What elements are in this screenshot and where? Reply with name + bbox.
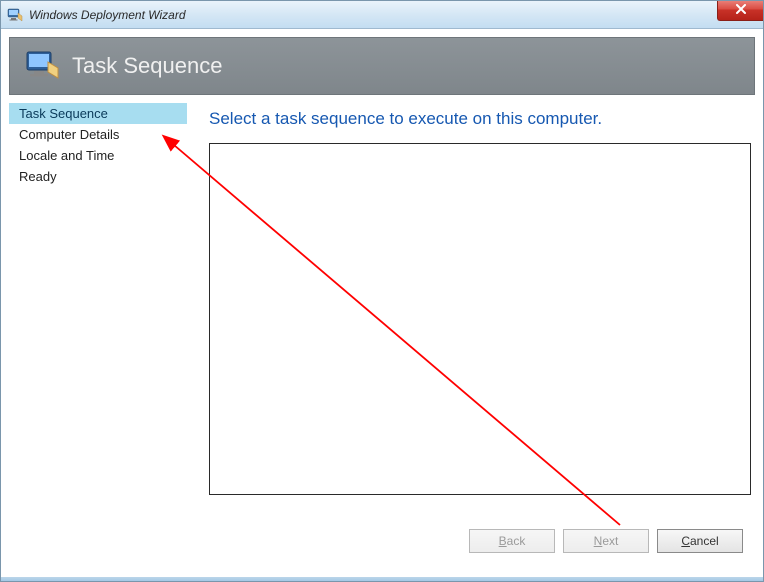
sidebar-item-task-sequence[interactable]: Task Sequence (9, 103, 187, 124)
task-sequence-list[interactable] (209, 143, 751, 495)
app-icon (7, 7, 23, 23)
main-panel: Select a task sequence to execute on thi… (187, 95, 755, 515)
page-title: Task Sequence (72, 53, 222, 79)
wizard-window: Windows Deployment Wizard Task Sequence (0, 0, 764, 582)
wizard-buttons: Back Next Cancel (469, 529, 743, 553)
sidebar-item-ready[interactable]: Ready (9, 166, 187, 187)
sidebar-item-computer-details[interactable]: Computer Details (9, 124, 187, 145)
window-title: Windows Deployment Wizard (29, 8, 186, 22)
sidebar-item-locale-and-time[interactable]: Locale and Time (9, 145, 187, 166)
header-band: Task Sequence (9, 37, 755, 95)
wizard-sidebar: Task Sequence Computer Details Locale an… (9, 95, 187, 515)
sidebar-item-label: Computer Details (19, 127, 119, 142)
titlebar[interactable]: Windows Deployment Wizard (1, 1, 763, 29)
computer-icon (24, 48, 60, 84)
cancel-label-rest: ancel (690, 534, 719, 548)
next-button: Next (563, 529, 649, 553)
next-label-rest: ext (602, 534, 618, 548)
sidebar-item-label: Ready (19, 169, 57, 184)
close-button[interactable] (717, 1, 763, 21)
window-bottom-border (1, 577, 763, 581)
close-icon (735, 4, 747, 17)
cancel-button[interactable]: Cancel (657, 529, 743, 553)
sidebar-item-label: Task Sequence (19, 106, 108, 121)
back-button: Back (469, 529, 555, 553)
back-label-rest: ack (507, 534, 526, 548)
content-area: Task Sequence Computer Details Locale an… (9, 95, 755, 515)
sidebar-item-label: Locale and Time (19, 148, 114, 163)
main-heading: Select a task sequence to execute on thi… (209, 109, 751, 129)
